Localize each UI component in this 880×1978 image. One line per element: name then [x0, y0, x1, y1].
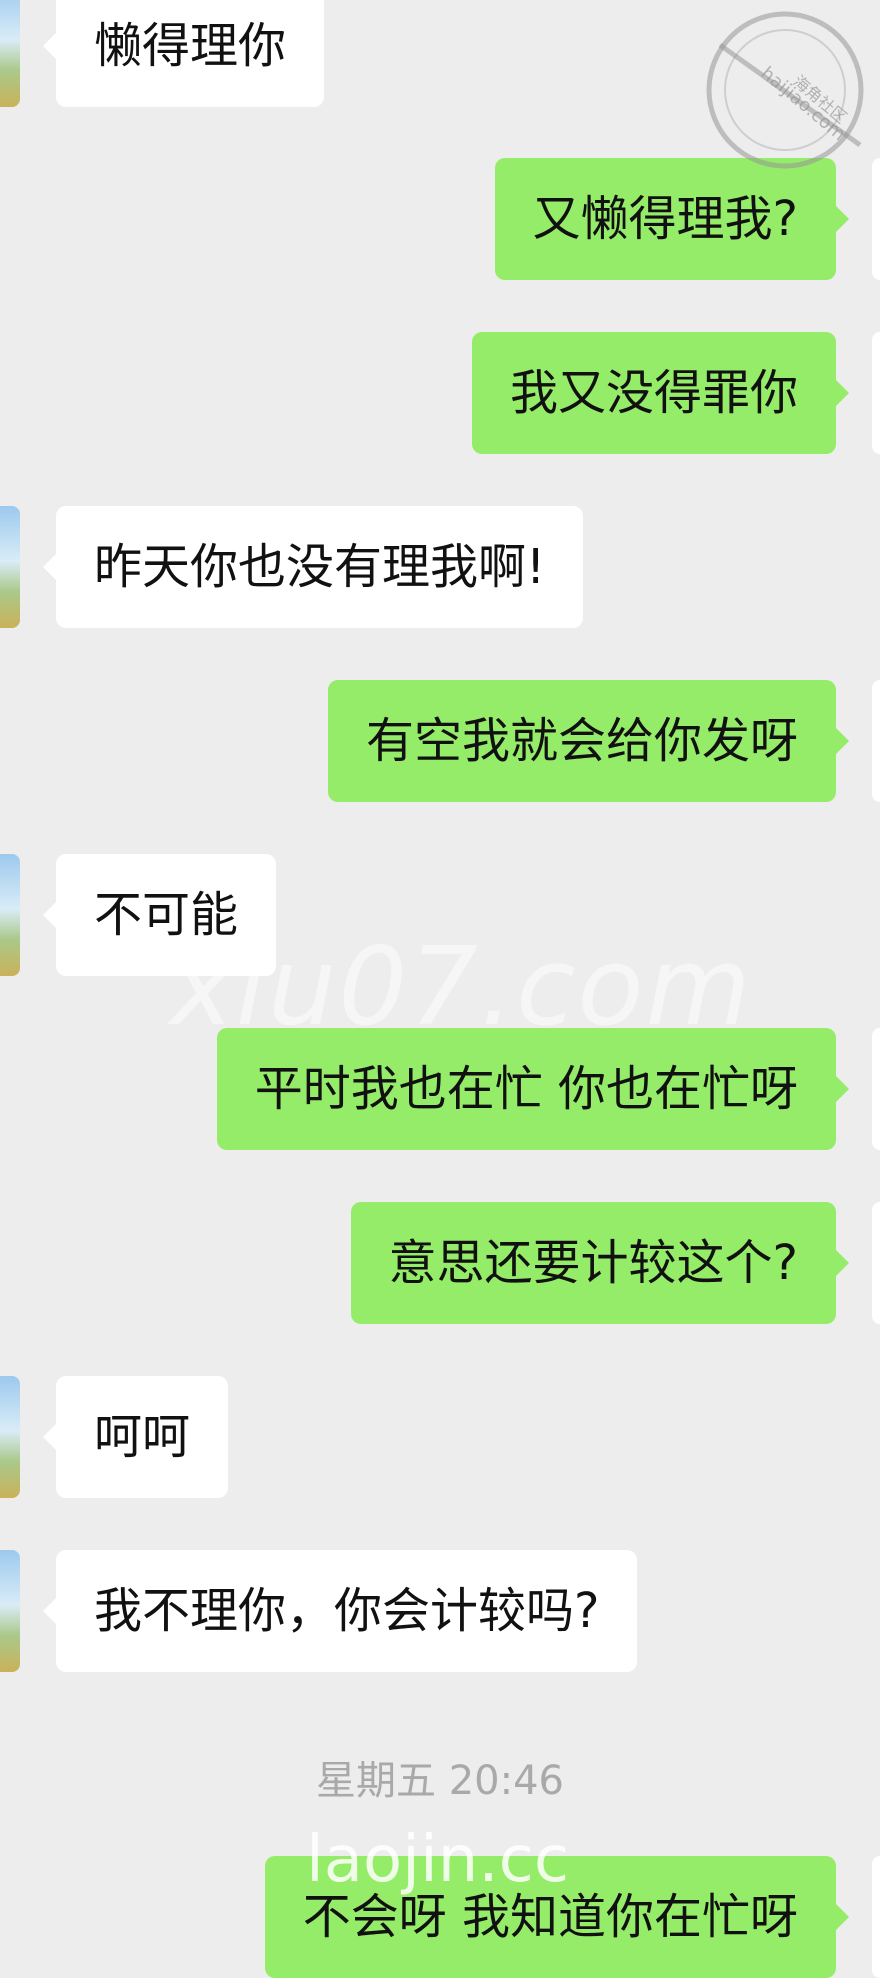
message-row: 昨天你也没有理我啊!	[0, 506, 880, 628]
message-timestamp: 星期五 20:46	[316, 1758, 564, 1804]
user-avatar[interactable]	[872, 332, 880, 454]
outgoing-message-bubble[interactable]: 有空我就会给你发呀	[327, 680, 850, 802]
contact-avatar[interactable]	[0, 854, 20, 976]
incoming-message-bubble[interactable]: 昨天你也没有理我啊!	[42, 506, 584, 628]
user-avatar[interactable]	[872, 1856, 880, 1978]
incoming-message-bubble[interactable]: 呵呵	[42, 1376, 229, 1498]
outgoing-message-bubble[interactable]: 又懒得理我?	[494, 158, 850, 280]
contact-avatar[interactable]	[0, 1550, 20, 1672]
contact-avatar[interactable]	[0, 0, 20, 107]
incoming-message-bubble[interactable]: 我不理你，你会计较吗?	[42, 1550, 638, 1672]
message-row: 有空我就会给你发呀	[0, 680, 880, 802]
incoming-message-bubble[interactable]: 懒得理你	[42, 0, 325, 107]
contact-avatar[interactable]	[0, 506, 20, 628]
contact-avatar[interactable]	[0, 1376, 20, 1498]
user-avatar[interactable]	[872, 1202, 880, 1324]
message-row: 又懒得理我?	[0, 158, 880, 280]
message-row: 意思还要计较这个?	[0, 1202, 880, 1324]
watermark-seal-icon: 海角社区 haijiao.com	[706, 11, 864, 169]
message-row: 我不理你，你会计较吗?	[0, 1550, 880, 1672]
outgoing-message-bubble[interactable]: 意思还要计较这个?	[350, 1202, 850, 1324]
watermark-text: laojin.cc	[306, 1823, 569, 1897]
message-row: 我又没得罪你	[0, 332, 880, 454]
user-avatar[interactable]	[872, 158, 880, 280]
outgoing-message-bubble[interactable]: 我又没得罪你	[471, 332, 850, 454]
user-avatar[interactable]	[872, 1028, 880, 1150]
user-avatar[interactable]	[872, 680, 880, 802]
watermark-text: xiu07.com	[170, 925, 753, 1050]
message-row: 呵呵	[0, 1376, 880, 1498]
